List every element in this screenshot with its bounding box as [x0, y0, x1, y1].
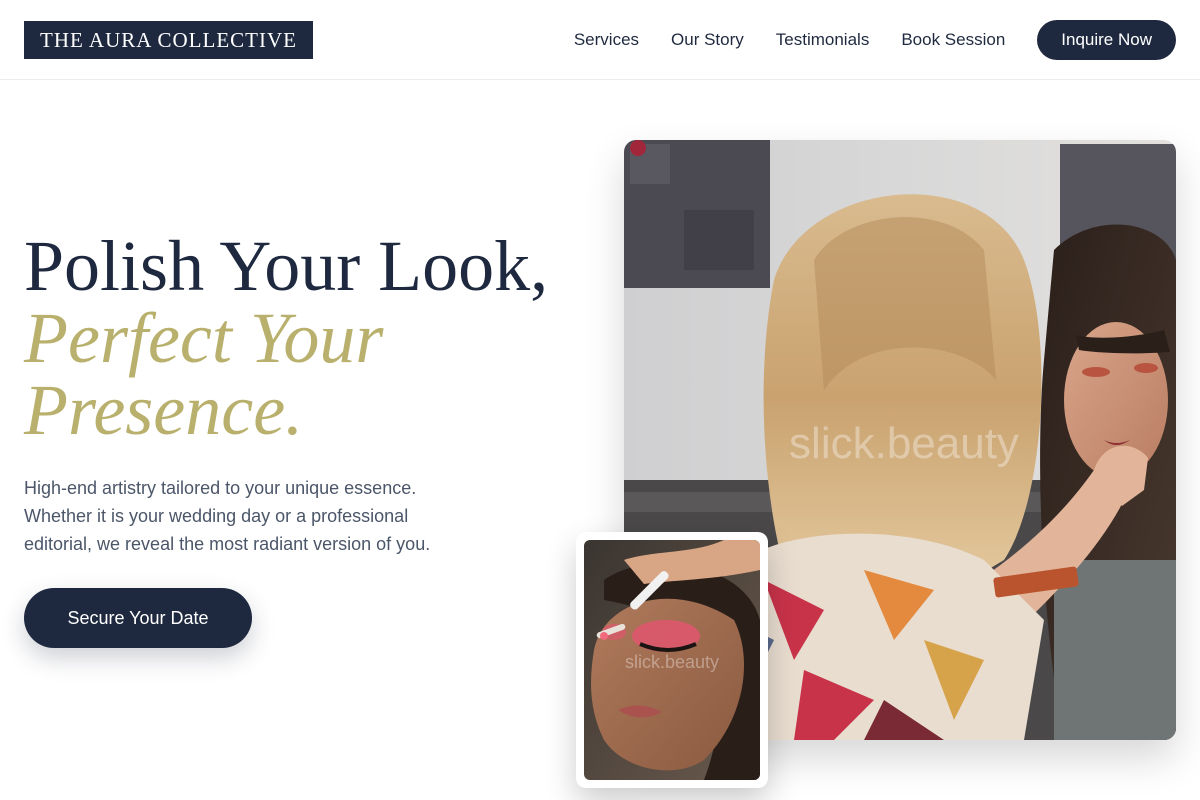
- secure-your-date-button[interactable]: Secure Your Date: [24, 588, 252, 648]
- main-photo-watermark: slick.beauty: [789, 419, 1019, 468]
- nav-link-our-story[interactable]: Our Story: [671, 30, 744, 50]
- hero-headline: Polish Your Look, Perfect Your Presence.: [24, 230, 584, 446]
- site-header: THE AURA COLLECTIVE Services Our Story T…: [0, 0, 1200, 80]
- nav-link-testimonials[interactable]: Testimonials: [776, 30, 870, 50]
- nav-link-services[interactable]: Services: [574, 30, 639, 50]
- inquire-now-button[interactable]: Inquire Now: [1037, 20, 1176, 60]
- main-nav: Services Our Story Testimonials Book Ses…: [574, 20, 1176, 60]
- secondary-photo-watermark: slick.beauty: [625, 652, 719, 672]
- headline-accent-line-3: Presence.: [24, 370, 304, 450]
- hero-description: High-end artistry tailored to your uniqu…: [24, 478, 431, 554]
- hero-section: Polish Your Look, Perfect Your Presence.…: [24, 230, 584, 558]
- secondary-photo: slick.beauty: [584, 540, 760, 780]
- headline-line-1: Polish Your Look,: [24, 226, 549, 306]
- nav-link-book-session[interactable]: Book Session: [901, 30, 1005, 50]
- secondary-photo-card: slick.beauty: [576, 532, 768, 788]
- headline-accent-line-2: Perfect Your: [24, 298, 384, 378]
- brand-logo[interactable]: THE AURA COLLECTIVE: [24, 21, 313, 59]
